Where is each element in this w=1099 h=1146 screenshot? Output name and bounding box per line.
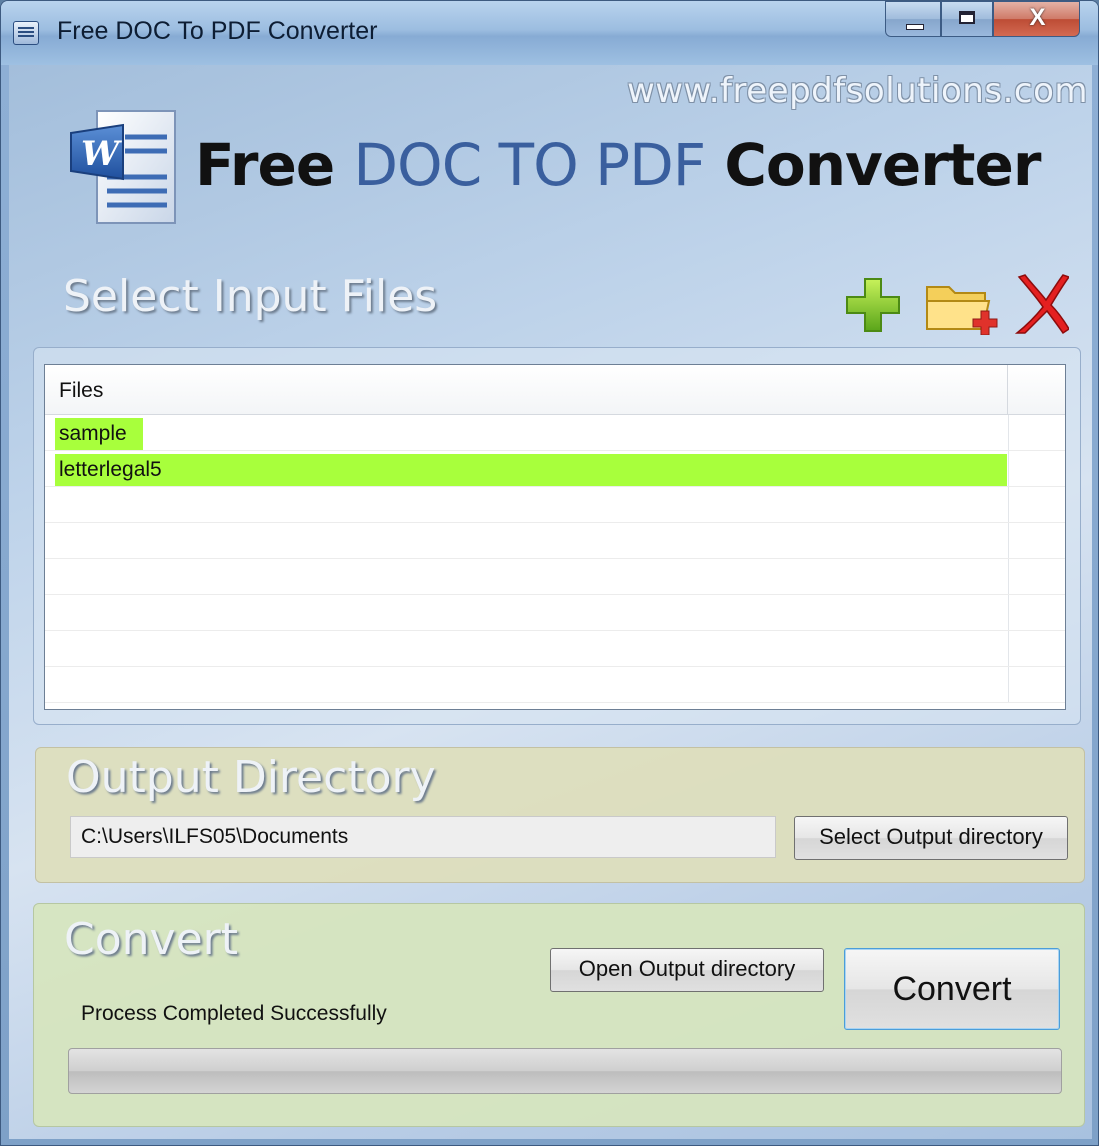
maximize-button[interactable]: [941, 1, 993, 37]
headline-doc-to-pdf: DOC TO PDF: [353, 131, 706, 199]
empty-row: [45, 631, 1065, 667]
close-button[interactable]: X: [993, 1, 1080, 37]
app-icon: [13, 21, 39, 45]
status-message: Process Completed Successfully: [81, 1002, 387, 1025]
file-list-header: Files: [45, 365, 1065, 415]
close-icon: X: [1029, 4, 1046, 31]
logo-letter: W: [81, 134, 122, 174]
file-name: letterlegal5: [55, 454, 1007, 486]
file-toolbar: [843, 273, 1069, 337]
word-document-logo: W: [70, 110, 176, 224]
app-window: Free DOC To PDF Converter X www.freepdfs…: [0, 0, 1099, 1146]
file-rows: sample letterlegal5: [45, 415, 1065, 703]
column-header-label: Files: [59, 379, 104, 402]
empty-row: [45, 595, 1065, 631]
empty-row: [45, 487, 1065, 523]
convert-button[interactable]: Convert: [844, 948, 1060, 1030]
select-output-directory-button[interactable]: Select Output directory: [794, 816, 1068, 860]
file-list[interactable]: Files sample letterlegal5: [44, 364, 1066, 710]
input-section-title: Select Input Files: [63, 271, 438, 322]
main-panel: www.freepdfsolutions.com W Free DOC TO P…: [9, 65, 1092, 1139]
open-output-directory-button[interactable]: Open Output directory: [550, 948, 824, 992]
folder-add-icon[interactable]: [923, 277, 999, 335]
list-item[interactable]: letterlegal5: [45, 451, 1065, 487]
empty-row: [45, 559, 1065, 595]
convert-panel: Convert Open Output directory Convert Pr…: [33, 903, 1085, 1127]
headline-free: Free: [195, 131, 354, 199]
input-files-panel: Files sample letterlegal5: [33, 347, 1081, 725]
minimize-button[interactable]: [885, 1, 941, 37]
maximize-icon: [959, 11, 975, 24]
output-directory-panel: Output Directory C:\Users\ILFS05\Documen…: [35, 747, 1085, 883]
empty-row: [45, 667, 1065, 703]
empty-row: [45, 523, 1065, 559]
title-bar[interactable]: Free DOC To PDF Converter X: [1, 1, 1098, 65]
convert-section-title: Convert: [64, 914, 238, 965]
window-controls: X: [885, 1, 1080, 37]
output-path-field[interactable]: C:\Users\ILFS05\Documents: [70, 816, 776, 858]
app-headline: Free DOC TO PDF Converter: [195, 131, 1041, 199]
minimize-icon: [906, 24, 924, 30]
file-name: sample: [55, 418, 143, 450]
list-item[interactable]: sample: [45, 415, 1065, 451]
window-title: Free DOC To PDF Converter: [57, 17, 378, 45]
headline-converter: Converter: [705, 131, 1041, 199]
plus-icon[interactable]: [843, 275, 903, 335]
delete-x-icon[interactable]: [1013, 273, 1069, 335]
column-header-files[interactable]: Files: [45, 365, 1008, 414]
output-section-title: Output Directory: [66, 752, 436, 803]
progress-bar: [68, 1048, 1062, 1094]
website-link[interactable]: www.freepdfsolutions.com: [627, 71, 1088, 111]
